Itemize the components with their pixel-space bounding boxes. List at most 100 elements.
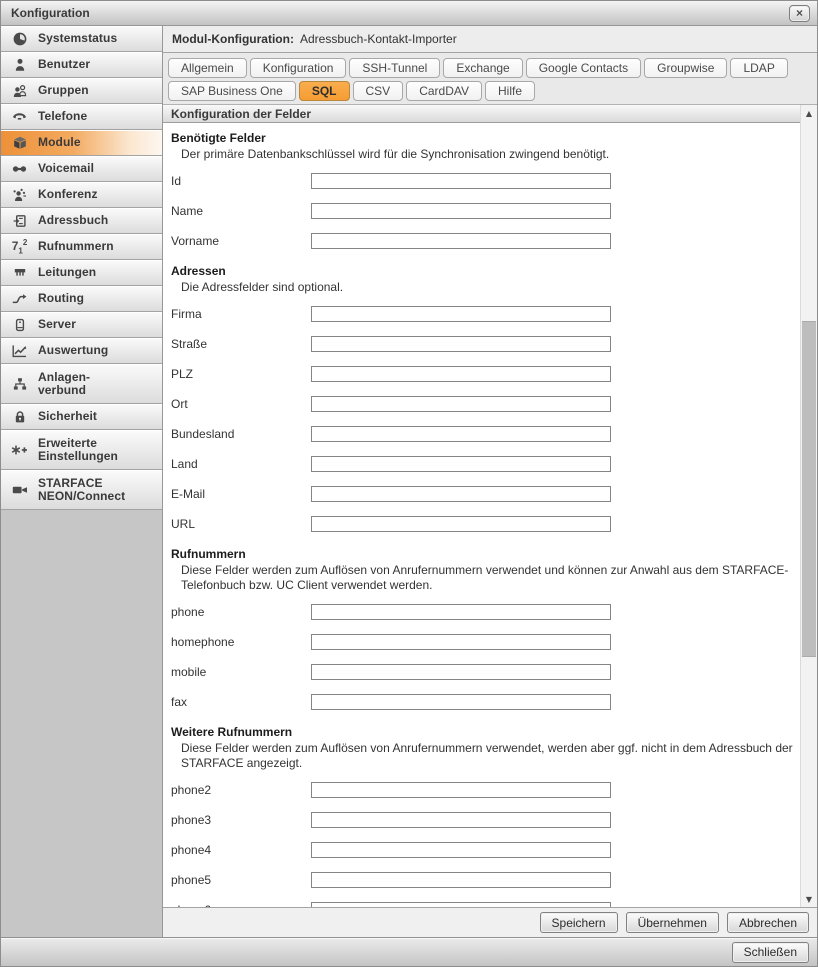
- field-row-phone3: phone3: [171, 805, 797, 835]
- field-row-ort: Ort: [171, 389, 797, 419]
- field-input-ort[interactable]: [311, 396, 611, 412]
- section-title: Konfiguration der Felder: [171, 107, 311, 121]
- server-icon: [1, 317, 38, 333]
- field-input-e-mail[interactable]: [311, 486, 611, 502]
- sidebar: SystemstatusBenutzer Gruppen Telefone Modul…: [1, 26, 163, 937]
- scroll-up-icon[interactable]: ▲: [801, 105, 817, 121]
- field-input-phone3[interactable]: [311, 812, 611, 828]
- group-description: Diese Felder werden zum Auflösen von Anr…: [181, 563, 797, 593]
- sidebar-item-label: Voicemail: [38, 162, 94, 175]
- sidebar-item-label: Telefone: [38, 110, 87, 123]
- tab-exchange[interactable]: Exchange: [443, 58, 522, 78]
- sidebar-item-label: Rufnummern: [38, 240, 114, 253]
- field-input-stra-e[interactable]: [311, 336, 611, 352]
- sidebar-item-leitungen[interactable]: Leitungen: [1, 260, 162, 286]
- gear-plus-icon: [1, 442, 38, 458]
- fields-area: Benötigte FelderDer primäre Datenbanksch…: [163, 123, 817, 907]
- cube-icon: [1, 135, 38, 151]
- uebernehmen-button[interactable]: Übernehmen: [626, 912, 719, 933]
- field-label: fax: [171, 695, 311, 709]
- module-header-value: Adressbuch-Kontakt-Importer: [300, 32, 457, 46]
- tab-google-contacts[interactable]: Google Contacts: [526, 58, 641, 78]
- close-icon[interactable]: ×: [789, 5, 810, 22]
- lines-comb-icon: [1, 265, 38, 281]
- sidebar-item-konferenz[interactable]: Konferenz: [1, 182, 162, 208]
- field-row-phone2: phone2: [171, 775, 797, 805]
- tab-konfiguration[interactable]: Konfiguration: [250, 58, 347, 78]
- sidebar-item-erweiterte-einstellungen[interactable]: ErweiterteEinstellungen: [1, 430, 162, 470]
- field-row-phone5: phone5: [171, 865, 797, 895]
- user-icon: [1, 57, 38, 73]
- tab-sql[interactable]: SQL: [299, 81, 350, 101]
- tab-hilfe[interactable]: Hilfe: [485, 81, 535, 101]
- scroll-down-icon[interactable]: ▼: [801, 891, 817, 907]
- sidebar-item-benutzer[interactable]: Benutzer: [1, 52, 162, 78]
- field-input-id[interactable]: [311, 173, 611, 189]
- users-icon: [1, 83, 38, 99]
- field-input-phone[interactable]: [311, 604, 611, 620]
- sidebar-item-sicherheit[interactable]: Sicherheit: [1, 404, 162, 430]
- field-row-fax: fax: [171, 687, 797, 717]
- field-input-firma[interactable]: [311, 306, 611, 322]
- field-input-fax[interactable]: [311, 694, 611, 710]
- field-input-land[interactable]: [311, 456, 611, 472]
- field-input-plz[interactable]: [311, 366, 611, 382]
- tab-sap-business-one[interactable]: SAP Business One: [168, 81, 296, 101]
- sidebar-item-rufnummern[interactable]: 712Rufnummern: [1, 234, 162, 260]
- sidebar-item-module[interactable]: Module: [1, 130, 162, 156]
- field-label: homephone: [171, 635, 311, 649]
- field-row-url: URL: [171, 509, 797, 539]
- schliessen-button[interactable]: Schließen: [732, 942, 809, 963]
- sidebar-item-auswertung[interactable]: Auswertung: [1, 338, 162, 364]
- field-label: Ort: [171, 397, 311, 411]
- sidebar-item-systemstatus[interactable]: Systemstatus: [1, 26, 162, 52]
- sidebar-item-starface-neon-connect[interactable]: STARFACENEON/Connect: [1, 470, 162, 510]
- vertical-scrollbar[interactable]: ▲ ▼: [800, 105, 817, 907]
- sidebar-item-routing[interactable]: Routing: [1, 286, 162, 312]
- tab-csv[interactable]: CSV: [353, 81, 404, 101]
- group-heading-adressen: Adressen: [171, 264, 797, 278]
- field-input-phone6[interactable]: [311, 902, 611, 907]
- field-input-phone2[interactable]: [311, 782, 611, 798]
- tab-ssh-tunnel[interactable]: SSH-Tunnel: [349, 58, 440, 78]
- sidebar-item-server[interactable]: Server: [1, 312, 162, 338]
- tab-groupwise[interactable]: Groupwise: [644, 58, 727, 78]
- chart-icon: [1, 343, 38, 359]
- title-bar: Konfiguration ×: [1, 1, 817, 26]
- sidebar-item-gruppen[interactable]: Gruppen: [1, 78, 162, 104]
- field-label: phone5: [171, 873, 311, 887]
- field-input-vorname[interactable]: [311, 233, 611, 249]
- tab-allgemein[interactable]: Allgemein: [168, 58, 247, 78]
- field-input-bundesland[interactable]: [311, 426, 611, 442]
- tab-row-1: AllgemeinKonfigurationSSH-TunnelExchange…: [168, 58, 817, 78]
- sidebar-item-anlagenverbund[interactable]: Anlagen-verbund: [1, 364, 162, 404]
- tab-carddav[interactable]: CardDAV: [406, 81, 482, 101]
- field-input-homephone[interactable]: [311, 634, 611, 650]
- numbers-712-icon: 712: [1, 238, 38, 255]
- field-input-url[interactable]: [311, 516, 611, 532]
- sidebar-item-telefone[interactable]: Telefone: [1, 104, 162, 130]
- field-input-mobile[interactable]: [311, 664, 611, 680]
- sidebar-item-label: Gruppen: [38, 84, 89, 97]
- sidebar-item-voicemail[interactable]: Voicemail: [1, 156, 162, 182]
- tab-ldap[interactable]: LDAP: [730, 58, 787, 78]
- video-camera-icon: [1, 482, 38, 498]
- speichern-button[interactable]: Speichern: [540, 912, 618, 933]
- field-row-phone4: phone4: [171, 835, 797, 865]
- field-input-phone4[interactable]: [311, 842, 611, 858]
- field-label: phone4: [171, 843, 311, 857]
- field-input-name[interactable]: [311, 203, 611, 219]
- network-icon: [1, 376, 38, 392]
- main-panel: Modul-Konfiguration: Adressbuch-Kontakt-…: [163, 26, 817, 937]
- field-label: Firma: [171, 307, 311, 321]
- field-input-phone5[interactable]: [311, 872, 611, 888]
- group-heading-rufnummern: Rufnummern: [171, 547, 797, 561]
- content-area: Konfiguration der Felder Benötigte Felde…: [163, 104, 817, 907]
- group-description: Der primäre Datenbankschlüssel wird für …: [181, 147, 797, 162]
- abbrechen-button[interactable]: Abbrechen: [727, 912, 809, 933]
- sidebar-item-label: Routing: [38, 292, 84, 305]
- scrollbar-thumb[interactable]: [802, 321, 816, 657]
- tab-bar: AllgemeinKonfigurationSSH-TunnelExchange…: [163, 53, 817, 104]
- sidebar-item-adressbuch[interactable]: Adressbuch: [1, 208, 162, 234]
- field-row-land: Land: [171, 449, 797, 479]
